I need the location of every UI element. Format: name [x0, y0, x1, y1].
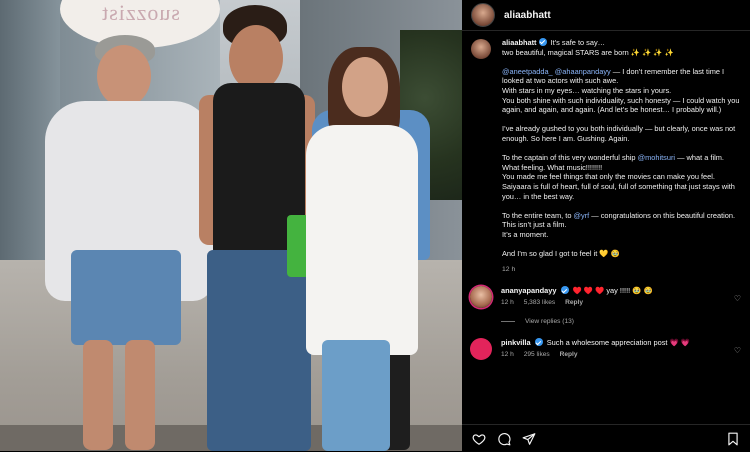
caption-line: I’ve already gushed to you both individu… [502, 124, 736, 143]
post-photo[interactable]: suozzist [0, 0, 462, 451]
caption: aliaabhatt It’s safe to say… two beautifu… [502, 38, 742, 274]
caption-line: This isn’t just a film. [502, 220, 567, 230]
caption-text-span: — congratulations on this beautiful crea… [589, 210, 736, 220]
comment-username[interactable]: pinkvilla [501, 338, 531, 347]
caption-line: You both shine with such individuality, … [502, 95, 740, 115]
verified-badge-icon [534, 338, 543, 347]
caption-text: aliaabhatt It’s safe to say… two beautifu… [502, 38, 742, 259]
person-older-man [35, 35, 215, 451]
caption-line: And I’m so glad I got to feel it 💛 🥹 [502, 249, 620, 259]
comment-time: 12 h [501, 351, 514, 359]
caption-gap [502, 201, 742, 211]
bookmark-icon[interactable] [725, 431, 741, 447]
caption-line: With stars in my eyes… watching the star… [502, 85, 672, 95]
caption-line: two beautiful, magical STARS are born ✨ … [502, 47, 674, 57]
post-sidebar: aliaabhatt aliaabhatt It’s safe to say… t… [462, 0, 750, 451]
caption-gap [502, 239, 742, 249]
comment-like-heart-icon[interactable]: ♡ [734, 294, 741, 303]
caption-line: To the entire team, to @yrf — congratula… [502, 211, 742, 221]
comment-username[interactable]: ananyapandayy [501, 286, 556, 295]
comment-text: Such a wholesome appreciation post 💗 💗 [546, 338, 691, 348]
header-username[interactable]: aliaabhatt [504, 10, 551, 21]
comment-pinkvilla: pinkvilla Such a wholesome appreciation … [462, 338, 750, 361]
view-replies-button[interactable]: View replies (13) [501, 318, 750, 325]
like-heart-icon[interactable] [471, 431, 487, 447]
caption-username[interactable]: aliaabhatt [502, 38, 537, 47]
comment-avatar[interactable] [470, 338, 492, 361]
caption-text-span: It’s safe to say… [550, 38, 606, 47]
replies-divider [501, 321, 515, 323]
caption-gap [502, 57, 742, 67]
caption-gap [502, 144, 742, 154]
comment-text: ♥️ ♥️ ♥️ yay !!!!! 🥹 🥹 [572, 286, 653, 296]
person-woman [300, 45, 420, 451]
comment-time: 12 h [501, 299, 514, 307]
caption-line: aliaabhatt It’s safe to say… [502, 38, 742, 48]
post-header: aliaabhatt [462, 0, 750, 31]
caption-gap [502, 115, 742, 125]
header-avatar[interactable] [471, 3, 495, 27]
caption-row: aliaabhatt It’s safe to say… two beautifu… [462, 38, 750, 274]
comments-scroll-area[interactable]: aliaabhatt It’s safe to say… two beautifu… [462, 38, 750, 361]
mention-link[interactable]: @aneetpadda_ [502, 67, 553, 76]
caption-text-span: To the entire team, to [502, 210, 574, 220]
caption-avatar[interactable] [471, 39, 491, 59]
comment-icon[interactable] [496, 431, 512, 447]
mention-link[interactable]: @ahaanpandayy [555, 67, 611, 76]
comment-like-heart-icon[interactable]: ♡ [734, 346, 741, 355]
caption-line: To the captain of this very wonderful sh… [502, 153, 742, 172]
comment-likes[interactable]: 5,383 likes [524, 299, 556, 306]
comment-ananyapandayy: ananyapandayy ♥️ ♥️ ♥️ yay !!!!! 🥹 🥹 12 … [462, 286, 750, 309]
view-replies-label: View replies (13) [525, 318, 574, 326]
post-viewer: suozzist aliaabhatt aliaabhatt It’s safe… [0, 0, 750, 451]
caption-text-span: To the captain of this very wonderful sh… [502, 153, 638, 163]
mention-link[interactable]: @mohitsuri [638, 153, 675, 162]
comment-reply-button[interactable]: Reply [565, 299, 583, 306]
comment-reply-button[interactable]: Reply [560, 351, 578, 358]
action-bar [462, 424, 750, 452]
caption-time: 12 h [502, 265, 516, 273]
sign-text: suozzist [100, 0, 180, 25]
caption-line: It’s a moment. [502, 229, 549, 239]
comment-likes[interactable]: 295 likes [524, 351, 550, 358]
verified-badge-icon [560, 286, 569, 295]
mention-link[interactable]: @yrf [573, 211, 589, 220]
caption-line: You made me feel things that only the mo… [502, 172, 735, 201]
comment-avatar[interactable] [470, 286, 492, 309]
caption-line: @aneetpadda_ @ahaanpandayy — I don’t rem… [502, 67, 742, 86]
verified-badge-icon [538, 38, 547, 46]
share-icon[interactable] [521, 431, 537, 447]
